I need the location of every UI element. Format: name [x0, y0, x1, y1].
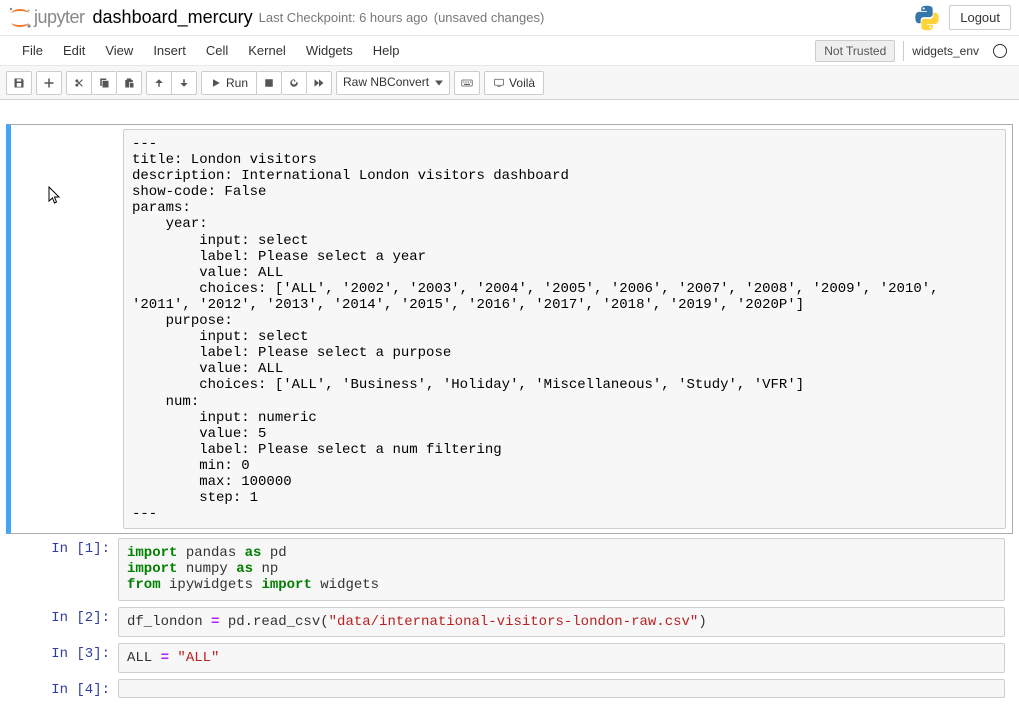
menu-file[interactable]: File [12, 39, 53, 62]
run-button[interactable]: Run [201, 71, 257, 95]
plus-icon [43, 77, 55, 89]
cell-type-value: Raw NBConvert [343, 75, 429, 89]
notebook-name[interactable]: dashboard_mercury [93, 7, 253, 28]
python-logo-icon[interactable] [913, 4, 941, 32]
voila-label: Voilà [509, 76, 535, 90]
cell[interactable]: In [2]:df_london = pd.read_csv("data/int… [6, 605, 1013, 639]
cell-prompt: In [4]: [6, 679, 118, 698]
cell-prompt [11, 129, 123, 529]
arrow-up-icon [153, 77, 165, 89]
header: jupyter dashboard_mercury Last Checkpoin… [0, 0, 1019, 36]
cut-icon [73, 77, 85, 89]
menu-edit[interactable]: Edit [53, 39, 95, 62]
restart-run-all-button[interactable] [307, 71, 332, 95]
cell-input[interactable]: import pandas as pd import numpy as np f… [118, 538, 1005, 600]
move-up-button[interactable] [146, 71, 172, 95]
unsaved-status: (unsaved changes) [434, 10, 545, 25]
kernel-indicator-icon[interactable] [993, 44, 1007, 58]
cell[interactable]: In [3]:ALL = "ALL" [6, 641, 1013, 675]
cut-button[interactable] [66, 71, 92, 95]
run-label: Run [226, 76, 248, 90]
stop-icon [263, 77, 275, 89]
cell[interactable]: In [4]: [6, 677, 1013, 700]
save-icon [13, 77, 25, 89]
fast-forward-icon [313, 77, 325, 89]
notebook-container: --- title: London visitors description: … [0, 100, 1019, 710]
menubar: File Edit View Insert Cell Kernel Widget… [0, 36, 1019, 66]
restart-icon [288, 77, 300, 89]
cell-prompt: In [1]: [6, 538, 118, 600]
paste-icon [123, 77, 135, 89]
checkpoint-status: Last Checkpoint: 6 hours ago [259, 10, 428, 25]
voila-button[interactable]: Voilà [484, 71, 544, 95]
cell-input[interactable]: ALL = "ALL" [118, 643, 1005, 673]
cell[interactable]: In [1]:import pandas as pd import numpy … [6, 536, 1013, 602]
cell-type-select[interactable]: Raw NBConvert [336, 71, 450, 95]
logout-button[interactable]: Logout [949, 5, 1011, 30]
menu-cell[interactable]: Cell [196, 39, 238, 62]
not-trusted-button[interactable]: Not Trusted [815, 40, 895, 62]
cell-input[interactable]: df_london = pd.read_csv("data/internatio… [118, 607, 1005, 637]
copy-icon [98, 77, 110, 89]
command-palette-button[interactable] [454, 71, 480, 95]
play-icon [210, 77, 222, 89]
monitor-icon [493, 77, 505, 89]
jupyter-icon [8, 6, 32, 30]
jupyter-logo-text: jupyter [34, 7, 85, 28]
move-down-button[interactable] [172, 71, 197, 95]
menu-help[interactable]: Help [363, 39, 410, 62]
interrupt-button[interactable] [257, 71, 282, 95]
menu-widgets[interactable]: Widgets [296, 39, 363, 62]
menu-kernel[interactable]: Kernel [238, 39, 296, 62]
cell-prompt: In [2]: [6, 607, 118, 637]
menu-insert[interactable]: Insert [143, 39, 196, 62]
cell[interactable]: --- title: London visitors description: … [6, 124, 1013, 534]
copy-button[interactable] [92, 71, 117, 95]
toolbar: Run Raw NBConvert Voilà [0, 66, 1019, 100]
insert-cell-button[interactable] [36, 71, 62, 95]
kernel-name[interactable]: widgets_env [903, 41, 987, 61]
menu-view[interactable]: View [95, 39, 143, 62]
arrow-down-icon [178, 77, 190, 89]
paste-button[interactable] [117, 71, 142, 95]
cell-prompt: In [3]: [6, 643, 118, 673]
cell-input[interactable]: --- title: London visitors description: … [123, 129, 1006, 529]
save-button[interactable] [6, 71, 32, 95]
jupyter-logo[interactable]: jupyter [8, 6, 85, 30]
keyboard-icon [461, 77, 473, 89]
cell-input[interactable] [118, 679, 1005, 698]
restart-button[interactable] [282, 71, 307, 95]
